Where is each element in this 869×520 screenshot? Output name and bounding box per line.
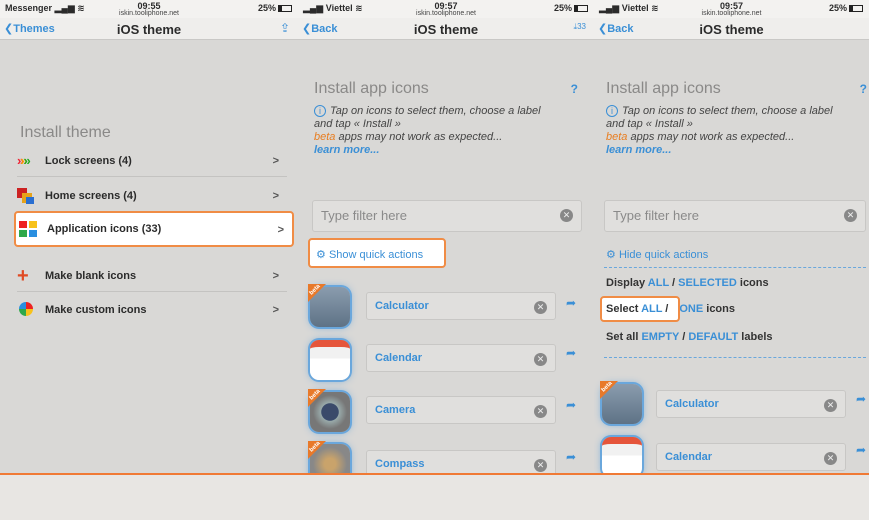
status-url: iskin.tooliphone.net <box>701 10 762 17</box>
gear-icon: ⚙ <box>316 249 326 261</box>
chevron-right-icon: > <box>272 190 279 202</box>
share-arrow-icon[interactable]: ➦ <box>566 450 576 464</box>
label-field[interactable]: Compass ✕ <box>366 450 556 473</box>
info-text: i Tap on icons to select them, choose a l… <box>606 105 833 156</box>
label-field[interactable]: Calculator ✕ <box>366 292 556 320</box>
divider <box>17 291 287 292</box>
clear-icon[interactable]: ✕ <box>560 209 573 222</box>
menu-item-application-icons[interactable]: Application icons (33) > <box>14 211 294 247</box>
share-arrow-icon[interactable]: ➦ <box>566 346 576 360</box>
select-filter: Select ALL / NONE icons <box>600 296 735 322</box>
panel-install-theme: Messenger ▂▄▆ ≋ 09:55 iskin.tooliphone.n… <box>0 0 298 473</box>
filter-input[interactable]: Type filter here ✕ <box>604 200 866 232</box>
install-badge-icon[interactable]: ⤓33 <box>574 22 586 32</box>
display-filter: Display ALL / SELECTED icons <box>606 277 769 289</box>
chevron-right-icon: > <box>272 155 279 167</box>
menu-item-lock-screens[interactable]: »»» Lock screens (4) > <box>17 148 287 174</box>
calendar-icon[interactable] <box>310 340 350 380</box>
hide-quick-actions-button[interactable]: ⚙ Hide quick actions <box>606 248 708 261</box>
select-all-link[interactable]: ALL <box>641 303 662 315</box>
help-button[interactable]: ? <box>860 82 867 96</box>
label-field[interactable]: Calculator ✕ <box>656 390 846 418</box>
divider <box>604 267 866 268</box>
menu-item-home-screens[interactable]: Home screens (4) > <box>17 183 287 209</box>
set-default-link[interactable]: DEFAULT <box>688 331 738 343</box>
section-heading: Install theme <box>20 124 111 141</box>
home-screens-icon <box>17 188 37 204</box>
label-field[interactable]: Camera ✕ <box>366 396 556 424</box>
panel-install-app-icons: ▂▄▆ Viettel ≋ 09:57 iskin.tooliphone.net… <box>298 0 594 473</box>
clear-icon[interactable]: ✕ <box>534 353 547 366</box>
nav-bar: ❮Back iOS theme ⤓33 <box>298 18 594 40</box>
clear-icon[interactable]: ✕ <box>844 209 857 222</box>
chevron-right-icon: > <box>272 304 279 316</box>
clear-icon[interactable]: ✕ <box>824 452 837 465</box>
filter-input[interactable]: Type filter here ✕ <box>312 200 582 232</box>
info-icon: i <box>314 105 326 117</box>
bottom-area <box>0 473 869 520</box>
battery: 25% <box>829 3 863 13</box>
gear-icon: ⚙ <box>606 249 616 261</box>
chevron-right-icon: > <box>277 224 284 236</box>
custom-icon <box>17 302 37 318</box>
clear-icon[interactable]: ✕ <box>534 301 547 314</box>
section-heading: Install app icons <box>606 80 721 97</box>
divider <box>604 357 866 358</box>
info-text: i Tap on icons to select them, choose a l… <box>314 105 541 156</box>
nav-bar: ❮Themes iOS theme ⇪ <box>0 18 298 40</box>
share-icon[interactable]: ⇪ <box>280 21 290 35</box>
chevron-right-icon: > <box>272 270 279 282</box>
divider <box>17 176 287 177</box>
nav-bar: ❮Back iOS theme <box>594 18 869 40</box>
status-bar: ▂▄▆ Viettel ≋ 09:57 iskin.tooliphone.net… <box>594 0 869 18</box>
plus-icon: + <box>17 265 29 287</box>
calendar-icon[interactable] <box>602 437 642 473</box>
display-all-link[interactable]: ALL <box>648 277 669 289</box>
app-icons-icon <box>19 221 39 237</box>
menu-item-make-custom-icons[interactable]: Make custom icons > <box>17 297 287 323</box>
clear-icon[interactable]: ✕ <box>534 405 547 418</box>
share-arrow-icon[interactable]: ➦ <box>856 443 866 457</box>
panel-quick-actions: ▂▄▆ Viettel ≋ 09:57 iskin.tooliphone.net… <box>594 0 869 473</box>
battery: 25% <box>554 3 588 13</box>
clear-icon[interactable]: ✕ <box>534 459 547 472</box>
info-icon: i <box>606 105 618 117</box>
status-bar: ▂▄▆ Viettel ≋ 09:57 iskin.tooliphone.net… <box>298 0 594 18</box>
chevrons-icon: »»» <box>17 153 31 168</box>
status-url: iskin.tooliphone.net <box>119 10 179 17</box>
section-heading: Install app icons <box>314 80 429 97</box>
status-bar: Messenger ▂▄▆ ≋ 09:55 iskin.tooliphone.n… <box>0 0 298 18</box>
help-button[interactable]: ? <box>571 82 578 96</box>
label-field[interactable]: Calendar ✕ <box>366 344 556 372</box>
display-selected-link[interactable]: SELECTED <box>678 277 737 289</box>
show-quick-actions-button[interactable]: ⚙ Show quick actions <box>308 238 446 268</box>
nav-title: iOS theme <box>699 22 764 37</box>
share-arrow-icon[interactable]: ➦ <box>856 392 866 406</box>
set-empty-link[interactable]: EMPTY <box>641 331 679 343</box>
share-arrow-icon[interactable]: ➦ <box>566 296 576 310</box>
battery: 25% <box>258 3 292 13</box>
clear-icon[interactable]: ✕ <box>824 399 837 412</box>
menu-item-make-blank-icons[interactable]: + Make blank icons > <box>17 263 287 289</box>
share-arrow-icon[interactable]: ➦ <box>566 398 576 412</box>
label-field[interactable]: Calendar ✕ <box>656 443 846 471</box>
status-url: iskin.tooliphone.net <box>416 10 476 17</box>
nav-title: iOS theme <box>116 22 182 37</box>
nav-title: iOS theme <box>413 22 479 37</box>
set-labels-filter: Set all EMPTY / DEFAULT labels <box>606 331 773 343</box>
learn-more-link[interactable]: learn more... <box>606 144 671 156</box>
learn-more-link[interactable]: learn more... <box>314 144 379 156</box>
